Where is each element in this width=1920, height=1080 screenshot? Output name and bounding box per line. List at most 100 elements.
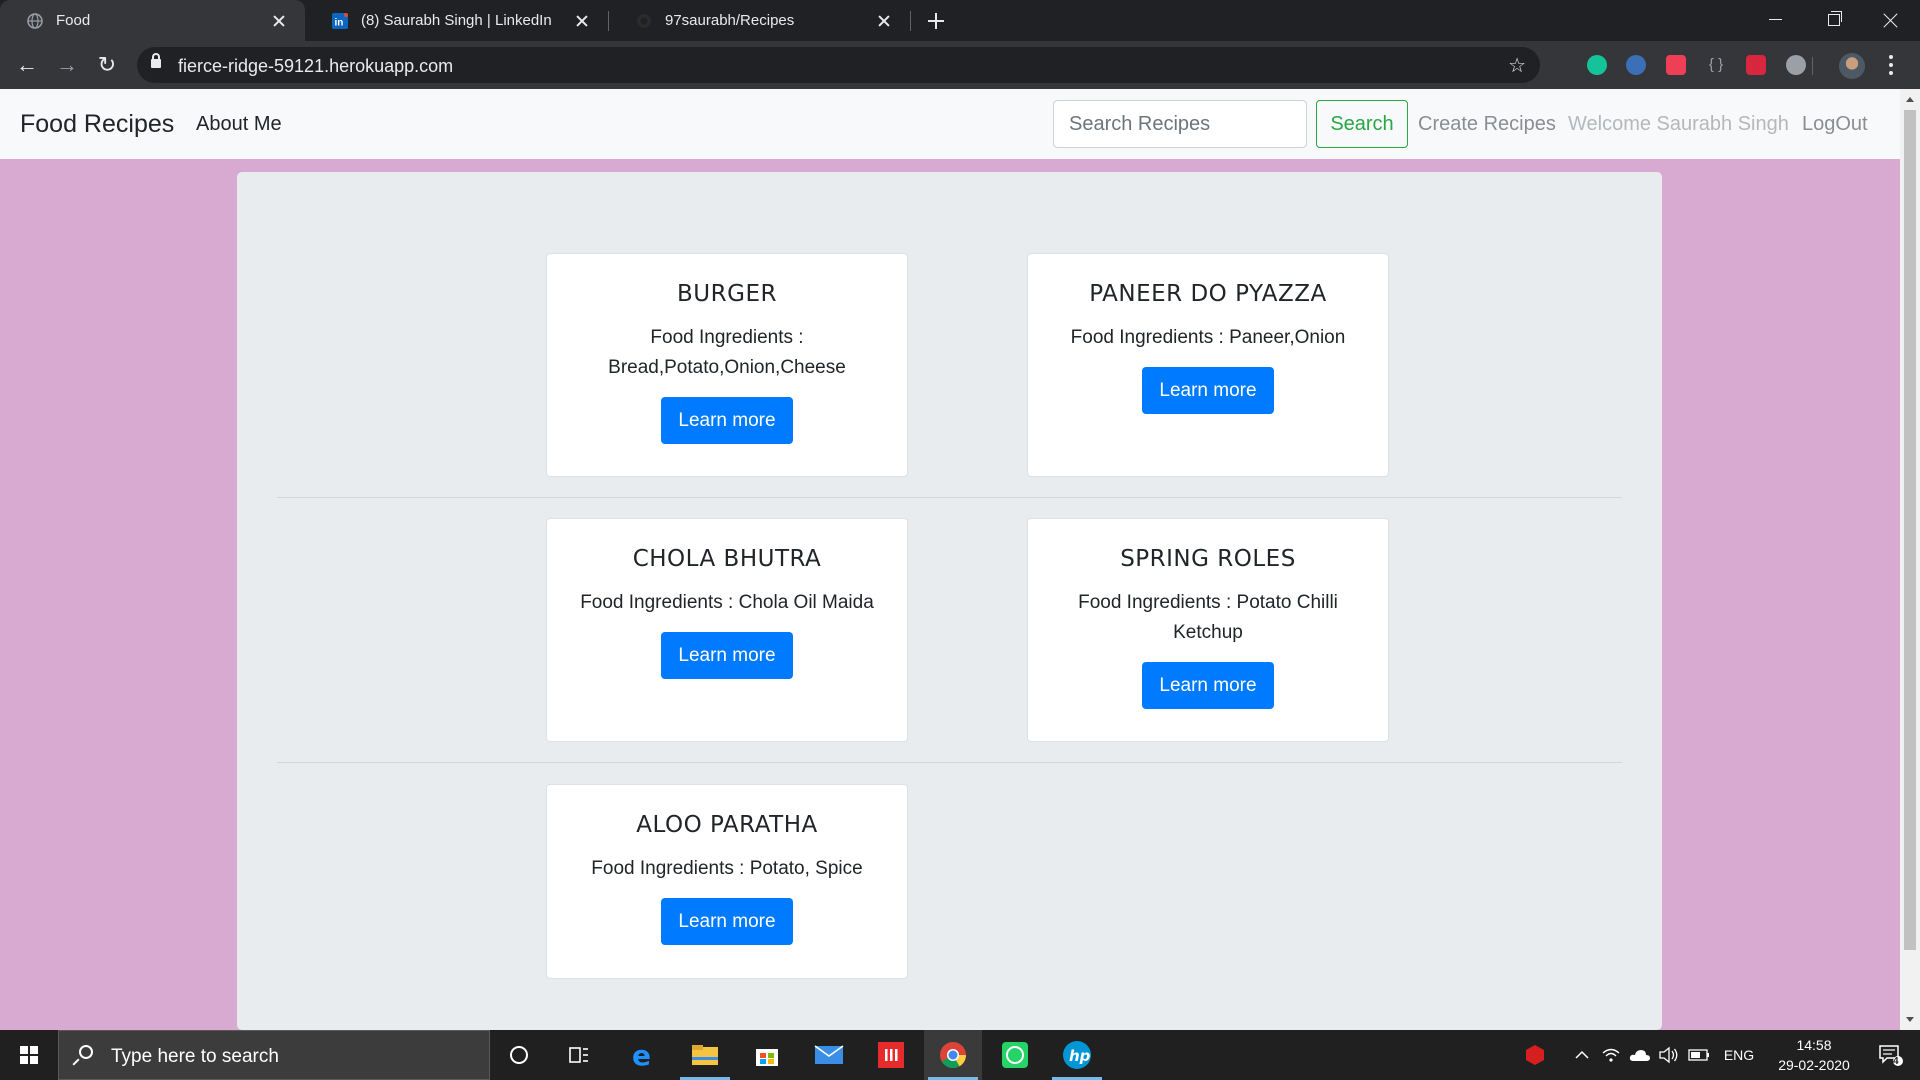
linkedin-icon: in bbox=[332, 12, 348, 29]
recipe-title: BURGER bbox=[677, 281, 777, 307]
recipe-card: BURGER Food Ingredients : Bread,Potato,O… bbox=[546, 253, 908, 477]
grammarly-icon[interactable] bbox=[1587, 55, 1607, 75]
store-icon[interactable] bbox=[738, 1030, 796, 1080]
volume-icon[interactable] bbox=[1656, 1030, 1682, 1080]
tab-linkedin[interactable]: in (8) Saurabh Singh | LinkedIn bbox=[305, 0, 608, 41]
mail-icon[interactable] bbox=[800, 1030, 858, 1080]
key-icon[interactable] bbox=[1786, 55, 1806, 75]
tab-github[interactable]: 97saurabh/Recipes bbox=[609, 0, 910, 41]
row-divider bbox=[277, 497, 1622, 498]
browser-toolbar: ← → ↻ fierce-ridge-59121.herokuapp.com ☆… bbox=[0, 41, 1920, 89]
svg-text:in: in bbox=[335, 17, 344, 28]
profile-avatar[interactable] bbox=[1839, 53, 1865, 79]
address-bar[interactable]: fierce-ridge-59121.herokuapp.com ☆ bbox=[137, 47, 1540, 83]
notification-count: 4 bbox=[1893, 1056, 1899, 1067]
recipe-ingredients: Food Ingredients : Potato Chilli Ketchup bbox=[1078, 592, 1338, 643]
site-navbar: Food Recipes About Me Search Create Reci… bbox=[0, 89, 1900, 159]
menu-icon[interactable] bbox=[1889, 55, 1893, 75]
input-language[interactable]: ENG bbox=[1717, 1030, 1761, 1080]
chrome-icon[interactable] bbox=[924, 1030, 982, 1080]
show-hidden-icons-chevron-icon[interactable] bbox=[1570, 1030, 1594, 1080]
restore-icon[interactable] bbox=[1805, 0, 1863, 41]
search-button[interactable]: Search bbox=[1316, 100, 1408, 148]
tab-title: Food bbox=[56, 12, 91, 29]
bookmark-extension-icon[interactable] bbox=[1746, 55, 1766, 75]
search-recipes-input[interactable] bbox=[1053, 100, 1307, 148]
task-view-icon[interactable] bbox=[550, 1030, 608, 1080]
recipe-ingredients: Food Ingredients : Chola Oil Maida bbox=[580, 592, 874, 613]
onedrive-cloud-icon[interactable] bbox=[1627, 1030, 1653, 1080]
tab-close-icon[interactable] bbox=[271, 13, 287, 29]
recipe-title: CHOLA BHUTRA bbox=[632, 546, 822, 572]
clock[interactable]: 14:58 29-02-2020 bbox=[1764, 1030, 1864, 1080]
recipe-card: CHOLA BHUTRA Food Ingredients : Chola Oi… bbox=[546, 518, 908, 742]
recipe-title: PANEER DO PYAZZA bbox=[1089, 281, 1327, 307]
edge-icon[interactable]: e bbox=[614, 1030, 672, 1080]
forward-icon[interactable]: → bbox=[53, 51, 81, 79]
page-scrollbar[interactable] bbox=[1900, 89, 1920, 1030]
start-button[interactable] bbox=[0, 1030, 58, 1080]
browser-tab-strip: Food in (8) Saurabh Singh | LinkedIn 97s… bbox=[0, 0, 1920, 41]
learn-more-button[interactable]: Learn more bbox=[661, 632, 793, 679]
json-viewer-icon[interactable]: { } bbox=[1706, 55, 1726, 75]
row-divider bbox=[277, 762, 1622, 763]
tab-close-icon[interactable] bbox=[574, 13, 590, 29]
battery-icon[interactable] bbox=[1685, 1030, 1713, 1080]
extension-icon[interactable] bbox=[1626, 55, 1646, 75]
recipes-container: BURGER Food Ingredients : Bread,Potato,O… bbox=[237, 172, 1662, 1030]
search-icon bbox=[79, 1045, 93, 1059]
tab-food[interactable]: Food bbox=[0, 0, 305, 41]
taskbar-search-box[interactable]: Type here to search bbox=[58, 1030, 490, 1080]
recipe-title: ALOO PARATHA bbox=[636, 812, 818, 838]
learn-more-button[interactable]: Learn more bbox=[1142, 662, 1274, 709]
bookmark-star-icon[interactable]: ☆ bbox=[1508, 53, 1526, 78]
new-tab-icon[interactable] bbox=[923, 8, 949, 34]
windows-logo-icon bbox=[20, 1046, 38, 1064]
wifi-icon[interactable] bbox=[1598, 1030, 1624, 1080]
office-app-icon[interactable] bbox=[862, 1030, 920, 1080]
url-text[interactable]: fierce-ridge-59121.herokuapp.com bbox=[178, 56, 453, 77]
hp-icon[interactable]: hp bbox=[1048, 1030, 1106, 1080]
recipe-card: PANEER DO PYAZZA Food Ingredients : Pane… bbox=[1027, 253, 1389, 477]
about-me-link[interactable]: About Me bbox=[196, 113, 282, 136]
svg-text:e: e bbox=[632, 1041, 651, 1069]
pocket-icon[interactable] bbox=[1666, 55, 1686, 75]
scrollbar-thumb[interactable] bbox=[1904, 110, 1916, 950]
clock-time: 14:58 bbox=[1796, 1037, 1832, 1053]
tab-separator bbox=[910, 11, 911, 31]
minimize-icon[interactable] bbox=[1747, 0, 1805, 41]
scroll-down-icon[interactable] bbox=[1906, 1017, 1914, 1022]
security-tray-icon[interactable] bbox=[1520, 1030, 1550, 1080]
recipe-ingredients: Food Ingredients : Potato, Spice bbox=[591, 858, 863, 879]
recipe-card: ALOO PARATHA Food Ingredients : Potato, … bbox=[546, 784, 908, 979]
close-window-icon[interactable] bbox=[1862, 0, 1920, 41]
toolbar-separator bbox=[1812, 57, 1813, 75]
windows-taskbar: Type here to search e hp ENG 14:58 29-02… bbox=[0, 1030, 1920, 1080]
tab-title: 97saurabh/Recipes bbox=[665, 12, 795, 29]
learn-more-button[interactable]: Learn more bbox=[661, 898, 793, 945]
cortana-icon[interactable] bbox=[490, 1030, 548, 1080]
back-icon[interactable]: ← bbox=[13, 51, 41, 79]
globe-icon bbox=[27, 12, 43, 29]
file-explorer-icon[interactable] bbox=[676, 1030, 734, 1080]
taskbar-search-placeholder: Type here to search bbox=[111, 1046, 279, 1067]
whatsapp-icon[interactable] bbox=[986, 1030, 1044, 1080]
learn-more-button[interactable]: Learn more bbox=[661, 397, 793, 444]
recipe-title: SPRING ROLES bbox=[1120, 546, 1296, 572]
brand-link[interactable]: Food Recipes bbox=[20, 110, 174, 139]
clock-date: 29-02-2020 bbox=[1778, 1057, 1850, 1073]
recipe-card: SPRING ROLES Food Ingredients : Potato C… bbox=[1027, 518, 1389, 742]
reload-icon[interactable]: ↻ bbox=[93, 51, 121, 79]
github-icon bbox=[637, 13, 651, 28]
create-recipes-link[interactable]: Create Recipes bbox=[1418, 113, 1556, 136]
lock-icon bbox=[151, 53, 161, 68]
svg-text:hp: hp bbox=[1069, 1047, 1091, 1065]
welcome-text: Welcome Saurabh Singh bbox=[1568, 113, 1789, 135]
notifications-icon[interactable]: 4 bbox=[1868, 1030, 1914, 1080]
logout-link[interactable]: LogOut bbox=[1802, 113, 1868, 136]
tab-title: (8) Saurabh Singh | LinkedIn bbox=[361, 12, 552, 29]
learn-more-button[interactable]: Learn more bbox=[1142, 367, 1274, 414]
recipe-ingredients: Food Ingredients : Bread,Potato,Onion,Ch… bbox=[608, 327, 846, 378]
scroll-up-icon[interactable] bbox=[1906, 97, 1914, 102]
tab-close-icon[interactable] bbox=[876, 13, 892, 29]
